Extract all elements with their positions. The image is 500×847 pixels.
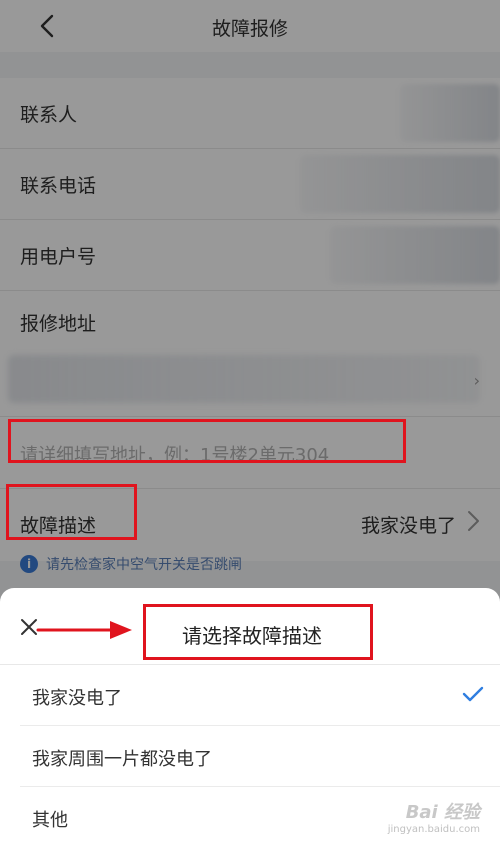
option-label: 我家周围一片都没电了 [32, 749, 212, 770]
option-item[interactable]: 我家没电了 [20, 665, 500, 726]
option-label: 我家没电了 [32, 688, 122, 709]
watermark-brand: Bai 经验 [405, 802, 480, 823]
annotation-box-sheet-title [143, 604, 373, 660]
watermark-url: jingyan.baidu.com [387, 824, 480, 835]
annotation-box-detail [8, 419, 406, 463]
annotation-box-fault [6, 484, 137, 540]
check-icon [462, 686, 484, 702]
option-item[interactable]: 我家周围一片都没电了 [20, 726, 500, 787]
option-label: 其他 [32, 810, 68, 831]
watermark: Bai 经验 jingyan.baidu.com [388, 798, 480, 835]
